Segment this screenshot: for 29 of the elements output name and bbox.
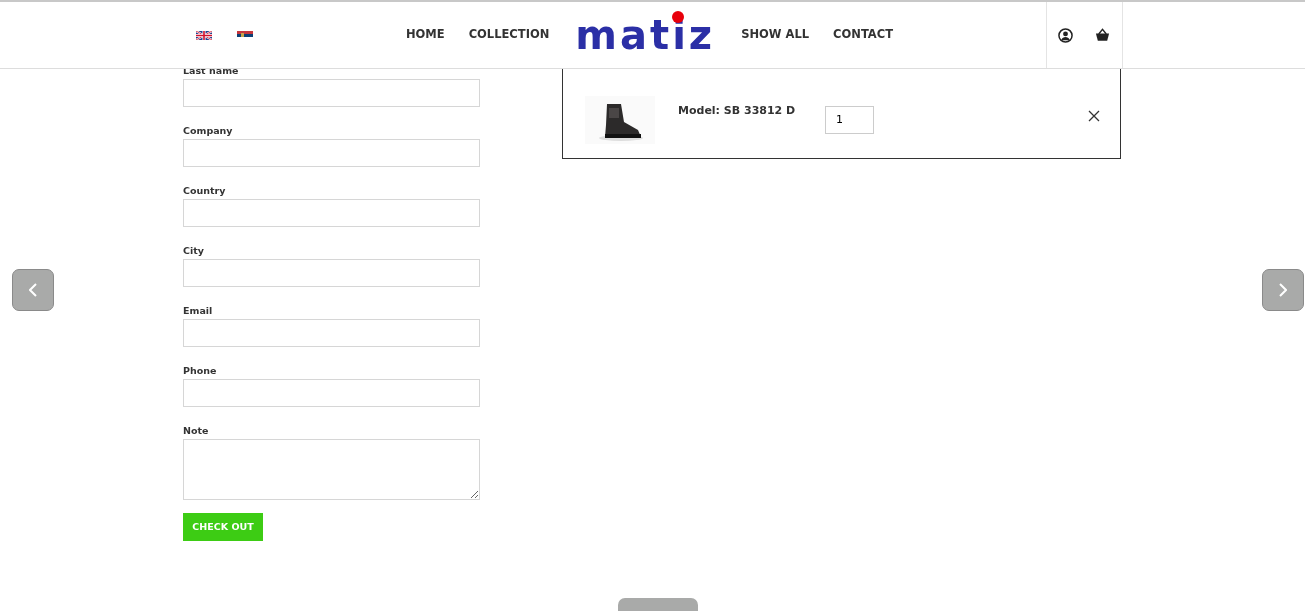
product-model: Model: SB 33812 D [678,103,797,120]
field-label: Company [183,124,234,138]
field-label: Note [183,424,210,438]
previous-button[interactable] [12,269,54,311]
user-icon[interactable] [1058,27,1073,43]
nav-link[interactable]: SHOW ALL [741,26,810,44]
text-area[interactable] [183,439,480,500]
field-label: Phone [183,364,218,378]
uk-flag-icon[interactable] [196,30,212,40]
nav-link[interactable]: COLLECTION [468,26,550,44]
next-button[interactable] [1262,269,1304,311]
input-field[interactable] [183,319,480,347]
input-field[interactable] [183,79,480,107]
quantity-field[interactable]: 1 [825,105,874,134]
chevron-left-icon [29,283,37,297]
chevron-right-icon [1279,283,1287,297]
field-label: Country [183,184,227,198]
serbia-flag-icon[interactable] [237,30,253,40]
field-label: City [183,244,205,258]
input-field[interactable] [183,259,480,287]
nav-link[interactable]: CONTACT [833,26,894,44]
input-field[interactable] [183,379,480,407]
close-icon[interactable] [1088,109,1100,122]
basket-icon[interactable] [1095,28,1110,42]
input-field[interactable] [183,139,480,167]
input-field[interactable] [183,199,480,227]
logo[interactable]: matiz [575,15,716,55]
field-label: Email [183,304,214,318]
nav-link[interactable]: HOME [405,26,445,44]
